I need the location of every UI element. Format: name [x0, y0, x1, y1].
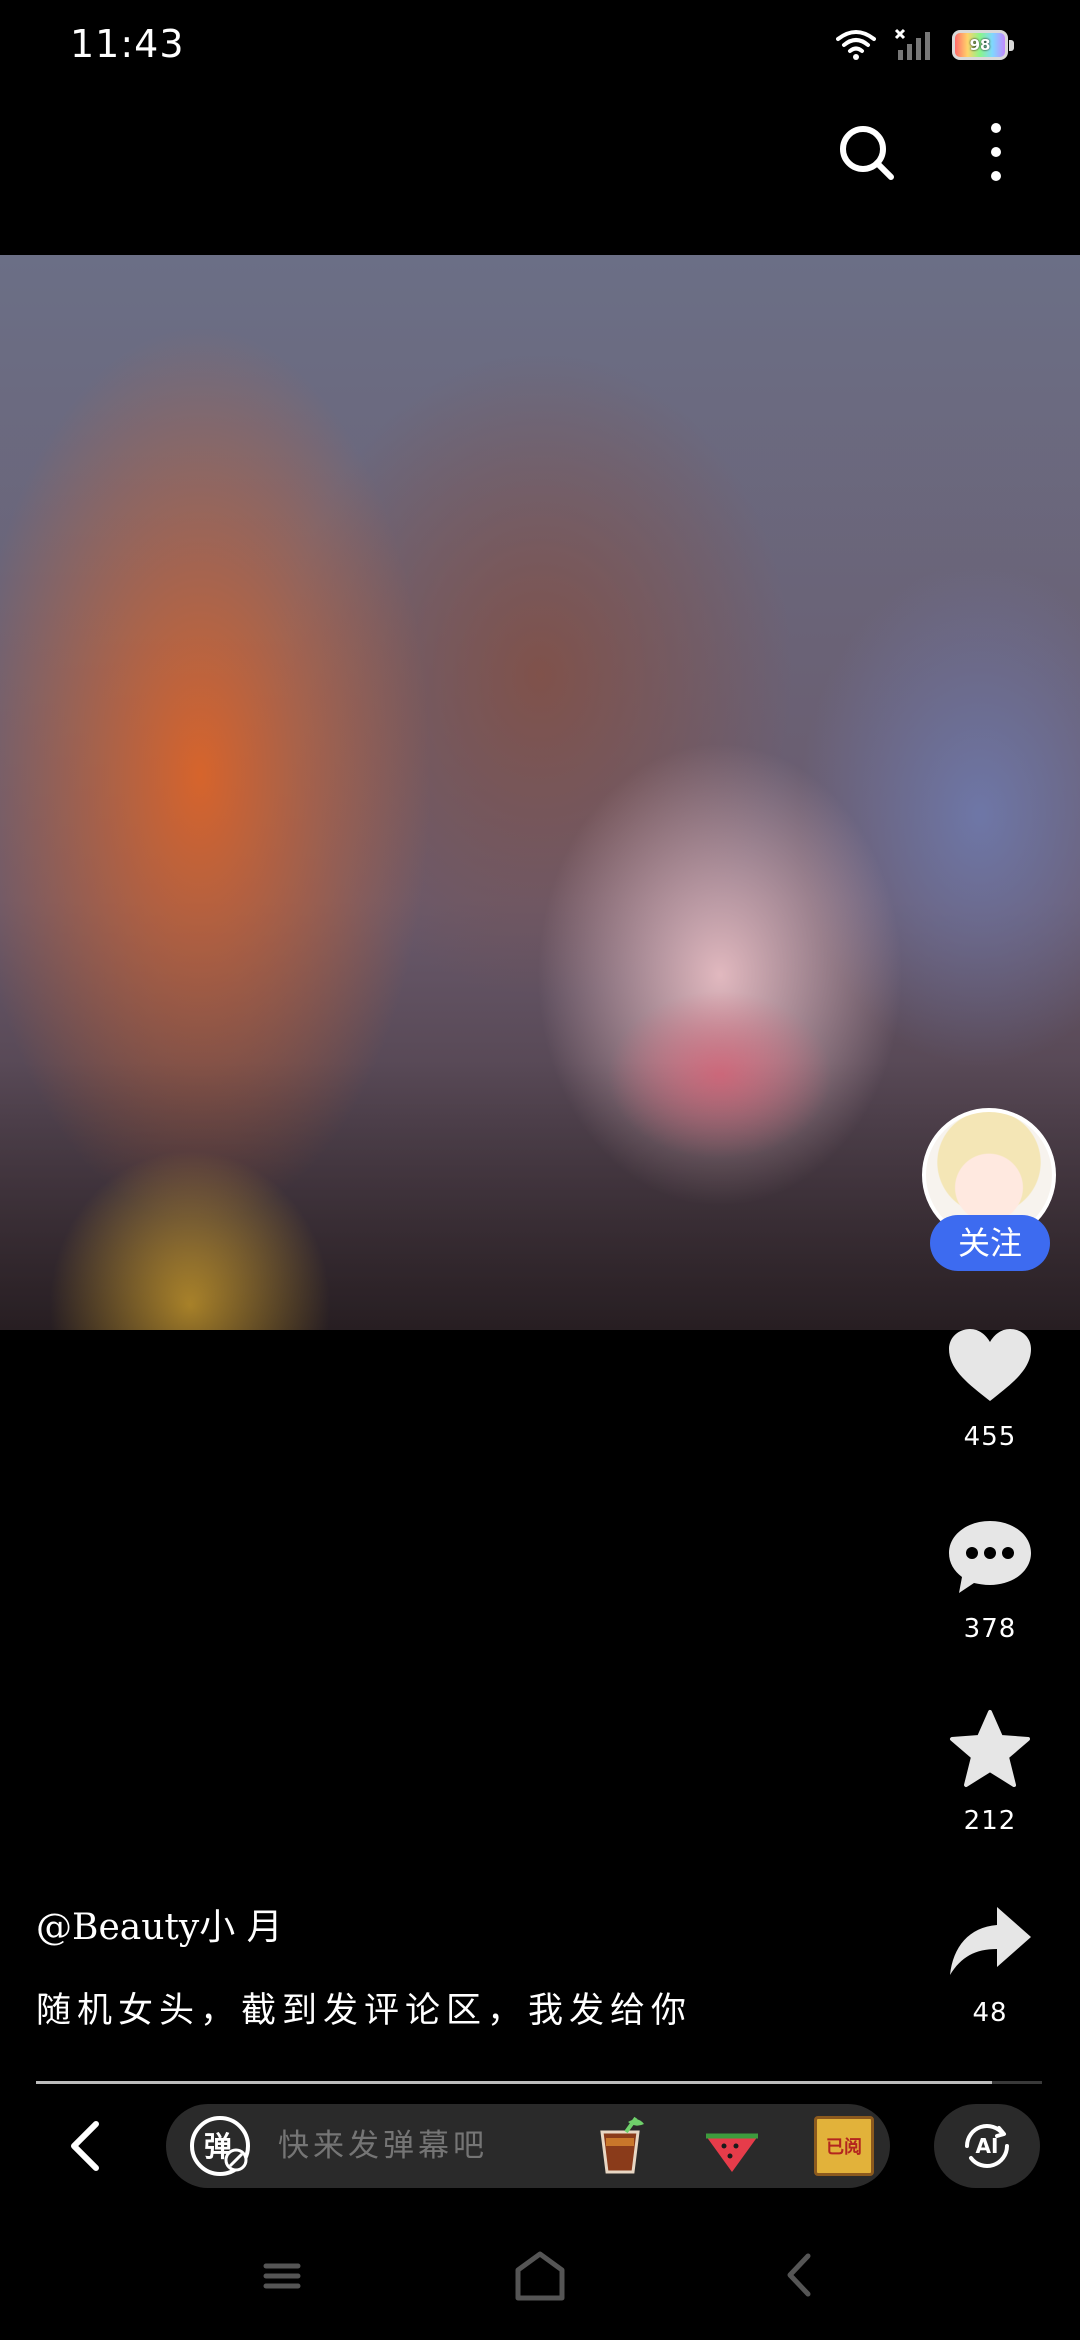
video-description: 随机女头，截到发评论区，我发给你 [36, 1991, 693, 2031]
share-count: 48 [972, 1998, 1008, 2028]
video-frame[interactable] [0, 255, 1080, 1330]
more-vertical-icon[interactable] [978, 120, 1014, 184]
ai-button[interactable]: AI [934, 2104, 1040, 2188]
cellular-no-signal-icon [894, 28, 930, 60]
top-toolbar [0, 110, 1080, 190]
video-progress-fill [36, 2081, 992, 2084]
drink-sticker-icon[interactable] [590, 2116, 650, 2176]
home-icon[interactable] [512, 2248, 568, 2304]
read-stamp-label: 已阅 [826, 2137, 862, 2158]
danmaku-input[interactable] [278, 2104, 578, 2188]
ai-icon: AI [965, 2124, 1009, 2168]
comment-count: 378 [963, 1614, 1017, 1644]
status-bar: 11:43 98 [0, 0, 1080, 96]
share-icon [950, 1907, 1031, 1975]
heart-icon [949, 1329, 1031, 1401]
danmaku-toggle-icon[interactable]: 弹 [188, 2114, 252, 2178]
recents-icon[interactable] [262, 2256, 302, 2296]
status-icons: 98 [836, 28, 1014, 62]
video-shade [0, 255, 1080, 1330]
status-time: 11:43 [70, 22, 185, 66]
video-progress-bar[interactable] [36, 2081, 1042, 2084]
star-icon [950, 1710, 1030, 1787]
system-navigation-bar [0, 2230, 1080, 2320]
read-stamp-sticker[interactable]: 已阅 [814, 2116, 874, 2176]
svg-text:AI: AI [976, 2134, 999, 2158]
video-player-screen: 11:43 98 关注 455 378 212 48 @Beauty小 月 随机… [0, 0, 1080, 2340]
like-icon-wrap [930, 1310, 1050, 1420]
like-count: 455 [963, 1422, 1017, 1452]
favorite-button[interactable]: 212 [930, 1694, 1050, 1836]
comment-icon [949, 1521, 1031, 1593]
comment-icon-wrap [930, 1502, 1050, 1612]
favorite-count: 212 [963, 1806, 1017, 1836]
wifi-icon [836, 30, 876, 60]
battery-level: 98 [969, 36, 991, 54]
share-icon-wrap [930, 1886, 1050, 1996]
bottom-bar: 弹 已阅 [0, 2100, 1080, 2190]
share-button[interactable]: 48 [930, 1886, 1050, 2028]
danmaku-input-box[interactable]: 弹 已阅 [166, 2104, 890, 2188]
system-back-icon[interactable] [784, 2252, 814, 2298]
follow-button[interactable]: 关注 [930, 1215, 1050, 1271]
comment-button[interactable]: 378 [930, 1502, 1050, 1644]
favorite-icon-wrap [930, 1694, 1050, 1804]
search-icon[interactable] [836, 122, 896, 182]
like-button[interactable]: 455 [930, 1310, 1050, 1452]
back-arrow-icon[interactable] [60, 2118, 112, 2174]
watermelon-sticker-icon[interactable] [702, 2116, 762, 2176]
battery-icon: 98 [952, 30, 1014, 60]
author-name[interactable]: @Beauty小 月 [36, 1898, 283, 1950]
